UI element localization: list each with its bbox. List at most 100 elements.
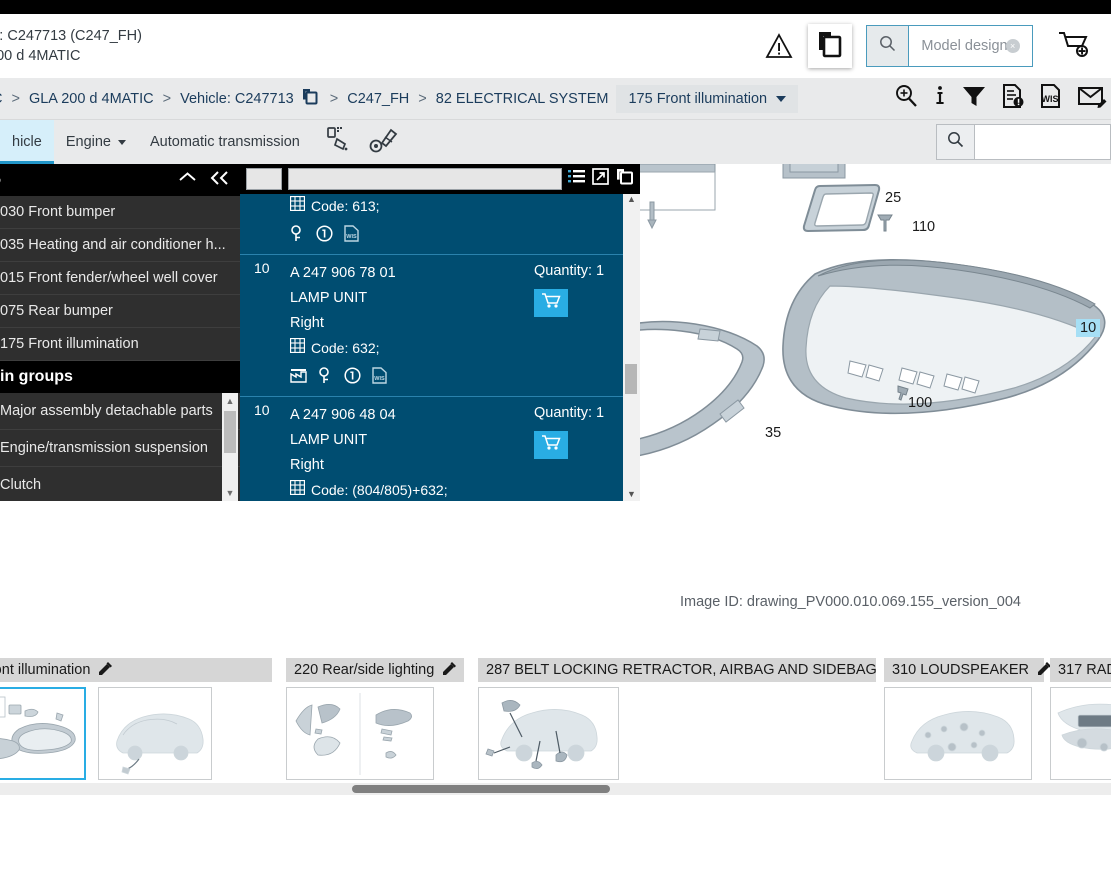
wis-document-icon[interactable]: WIS — [1039, 83, 1063, 114]
sidebar-group-engine-transmission[interactable]: Engine/transmission suspension — [0, 430, 240, 467]
code-grid-icon — [289, 194, 306, 219]
thumbnail-item[interactable] — [884, 687, 1032, 780]
sidebar-group-clutch[interactable]: Clutch — [0, 467, 240, 501]
zoom-in-icon[interactable] — [893, 83, 919, 114]
info-icon[interactable] — [344, 367, 361, 389]
breadcrumb-item-2[interactable]: Vehicle: C247713 — [178, 91, 296, 107]
expand-icon[interactable] — [592, 168, 609, 190]
breadcrumb-bar: C > GLA 200 d 4MATIC > Vehicle: C247713 … — [0, 78, 1111, 120]
scroll-down-icon[interactable]: ▼ — [226, 485, 235, 501]
group-header[interactable]: Front illumination — [0, 658, 274, 682]
filter-icon[interactable] — [961, 83, 987, 114]
diagram-svg — [640, 164, 1106, 457]
document-alert-icon[interactable] — [1001, 83, 1025, 114]
sidebar-item-front-illumination[interactable]: 175 Front illumination — [0, 328, 240, 361]
breadcrumb-dropdown[interactable]: 175 Front illumination — [616, 84, 799, 113]
row-position — [254, 194, 290, 247]
info-icon[interactable] — [316, 225, 333, 247]
row-part-number[interactable]: A 247 906 48 04 — [290, 402, 534, 428]
horizontal-scrollbar[interactable] — [0, 783, 1111, 795]
breadcrumb-copy-icon[interactable] — [302, 88, 319, 110]
group-header[interactable]: 220 Rear/side lighting — [286, 658, 466, 682]
tab-automatic-transmission[interactable]: Automatic transmission — [138, 120, 312, 164]
sidebar-item-front-bumper[interactable]: 030 Front bumper — [0, 196, 240, 229]
breadcrumb-item-3[interactable]: C247_FH — [345, 91, 411, 107]
diagram-label-35[interactable]: 35 — [765, 425, 781, 441]
diagram-label-25[interactable]: 25 — [885, 190, 901, 206]
thumbnail-group-loudspeaker: 310 LOUDSPEAKER — [884, 658, 1052, 786]
sidebar-group-major-assembly[interactable]: Major assembly detachable parts — [0, 393, 240, 430]
thumbnail-item[interactable] — [286, 687, 434, 780]
sidebar-item-rear-bumper[interactable]: 075 Rear bumper — [0, 295, 240, 328]
mail-edit-icon[interactable] — [1077, 83, 1107, 114]
scrollbar-thumb[interactable] — [352, 785, 610, 793]
sidebar-item-front-fender[interactable]: 015 Front fender/wheel well cover — [0, 262, 240, 295]
global-search[interactable] — [936, 124, 1111, 160]
double-chevron-left-icon[interactable] — [209, 170, 230, 191]
scroll-up-icon[interactable]: ▲ — [623, 194, 640, 204]
table-row[interactable]: Code: 613; WIS — [240, 194, 640, 255]
group-header[interactable]: 317 RADIO, O — [1050, 658, 1111, 682]
sidebar-scrollbar[interactable]: ▲ ▼ — [222, 393, 238, 501]
paint-spray-icon[interactable] — [324, 125, 352, 160]
sidebar-item-heating-ac[interactable]: 035 Heating and air conditioner h... — [0, 229, 240, 262]
group-header[interactable]: 310 LOUDSPEAKER — [884, 658, 1052, 682]
diagram-label-100[interactable]: 100 — [908, 395, 932, 411]
breadcrumb-item-1[interactable]: GLA 200 d 4MATIC — [27, 91, 156, 107]
diagram-label-10[interactable]: 10 — [1076, 319, 1101, 337]
vehicle-model-text: 200 d 4MATIC — [0, 47, 81, 64]
global-search-input[interactable] — [975, 125, 1110, 159]
thumbnail-strip[interactable]: Front illumination — [0, 658, 1111, 786]
warning-triangle-icon[interactable] — [760, 27, 798, 65]
row-position: 10 — [254, 402, 270, 418]
diagram-label-110[interactable]: 110 — [912, 219, 935, 235]
global-search-button[interactable] — [937, 125, 975, 159]
thumbnail-item[interactable] — [98, 687, 212, 780]
group-title: 220 Rear/side lighting — [294, 662, 435, 678]
parts-toolbar-icons — [568, 168, 634, 190]
edit-icon[interactable] — [442, 661, 457, 680]
table-row[interactable]: 10 A 247 906 78 01 LAMP UNIT Right Code:… — [240, 255, 640, 397]
chevron-up-icon[interactable] — [178, 170, 197, 190]
scroll-up-icon[interactable]: ▲ — [226, 393, 235, 409]
model-search-field[interactable]: Model design × — [909, 38, 1032, 54]
info-icon[interactable] — [933, 83, 947, 114]
cart-add-button[interactable] — [1055, 27, 1093, 65]
table-row[interactable]: 10 A 247 906 48 04 LAMP UNIT Right Code:… — [240, 397, 640, 501]
wis-document-icon[interactable]: WIS — [372, 367, 387, 389]
thumbnail-item[interactable] — [478, 687, 619, 780]
edit-icon[interactable] — [98, 661, 113, 680]
parts-scrollbar[interactable]: ▲ ▼ — [623, 194, 640, 501]
breadcrumb-item-4[interactable]: 82 ELECTRICAL SYSTEM — [434, 91, 611, 107]
tab-vehicle[interactable]: hicle — [0, 120, 54, 164]
scrollbar-thumb[interactable] — [625, 364, 637, 394]
scroll-down-icon[interactable]: ▼ — [623, 489, 640, 499]
copy-button[interactable] — [808, 24, 852, 68]
factory-icon[interactable] — [290, 368, 307, 388]
clear-icon[interactable]: × — [1005, 39, 1020, 53]
exploded-diagram[interactable]: 25 110 10 100 35 — [640, 164, 1111, 501]
thumbnail-group-rear-side-lighting: 220 Rear/side lighting — [286, 658, 466, 786]
cart-icon — [541, 292, 561, 314]
list-view-icon[interactable] — [568, 169, 585, 190]
model-design-search[interactable]: Model design × — [866, 25, 1033, 67]
parts-search-input[interactable] — [288, 168, 562, 190]
add-to-cart-button[interactable] — [534, 431, 568, 459]
group-header[interactable]: 287 BELT LOCKING RETRACTOR, AIRBAG AND S… — [478, 658, 899, 682]
key-icon[interactable] — [318, 367, 333, 389]
add-to-cart-button[interactable] — [534, 289, 568, 317]
key-icon[interactable] — [290, 225, 305, 247]
thumbnail-item[interactable] — [0, 687, 86, 780]
tab-engine[interactable]: Engine — [54, 120, 138, 164]
parts-filter-box[interactable] — [246, 168, 282, 190]
row-part-number[interactable]: A 247 906 78 01 — [290, 260, 534, 286]
scrollbar-thumb[interactable] — [224, 411, 236, 453]
model-search-button[interactable] — [867, 26, 909, 66]
wis-document-icon[interactable]: WIS — [344, 225, 359, 247]
copy-icon[interactable] — [616, 168, 634, 190]
thumbnail-group-radio: 317 RADIO, O — [1050, 658, 1111, 786]
parts-list[interactable]: Code: 613; WIS 10 A 247 906 78 01 LAMP U… — [240, 194, 640, 501]
wheel-bolt-icon[interactable] — [368, 125, 398, 160]
sidebar-title: 5 — [0, 171, 1, 189]
thumbnail-item[interactable] — [1050, 687, 1111, 780]
